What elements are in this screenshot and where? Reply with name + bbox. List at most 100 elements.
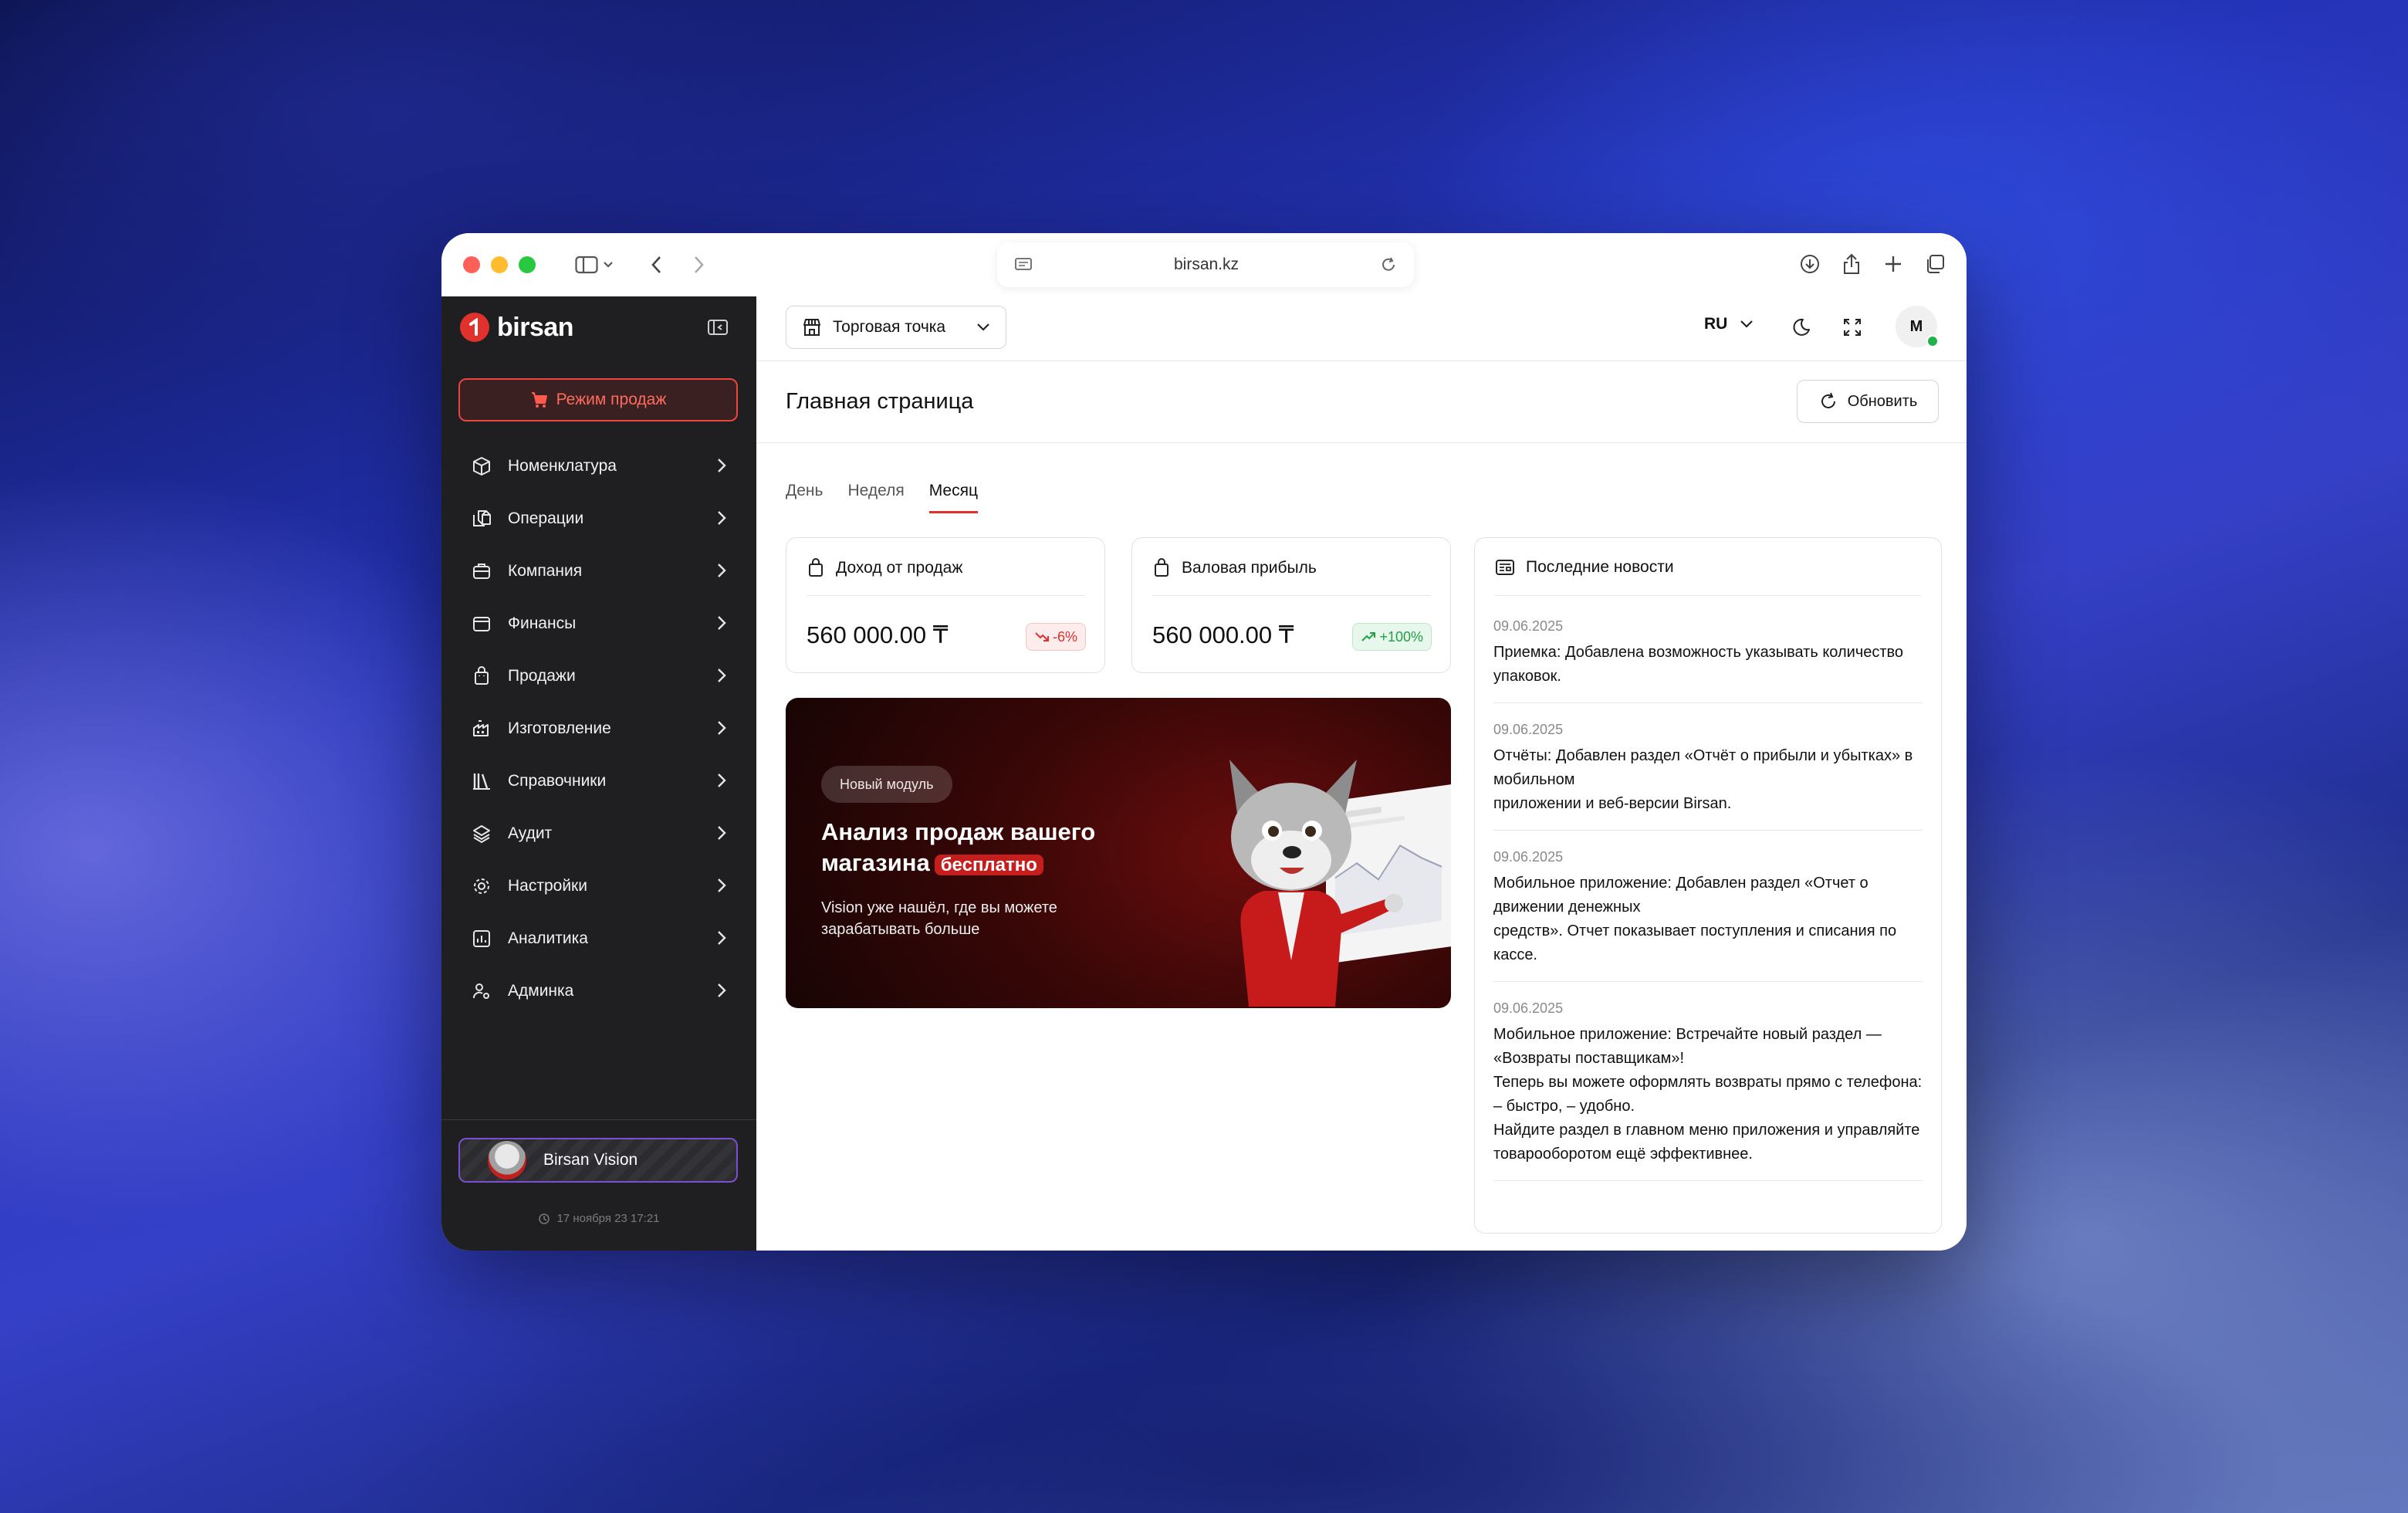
news-title: Последние новости	[1526, 558, 1674, 576]
newspaper-icon	[1496, 560, 1514, 575]
sidebar-item-label: Продажи	[508, 667, 576, 685]
sidebar-item-sales[interactable]: Продажи	[458, 650, 738, 702]
free-badge: бесплатно	[934, 855, 1043, 875]
refresh-button[interactable]: Обновить	[1797, 380, 1939, 423]
chevron-right-icon	[718, 878, 726, 892]
back-button[interactable]	[645, 249, 668, 280]
vision-mascot-illustration	[1229, 760, 1451, 1007]
theme-toggle-button[interactable]	[1787, 313, 1815, 341]
chevron-right-icon	[718, 616, 726, 630]
minimize-window-button[interactable]	[491, 256, 508, 273]
fullscreen-icon	[1844, 319, 1861, 336]
news-item[interactable]: 09.06.2025 Отчёты: Добавлен раздел «Отчё…	[1493, 722, 1923, 831]
sidebar-item-manufacturing[interactable]: Изготовление	[458, 702, 738, 755]
tab-month[interactable]: Месяц	[928, 482, 979, 513]
chevron-down-icon	[604, 262, 613, 268]
reload-icon[interactable]	[1380, 256, 1397, 273]
forward-button[interactable]	[687, 249, 710, 280]
top-header: Торговая точка RU M	[756, 296, 1967, 361]
browser-window: birsan.kz birsan Режим продаж Номенклату…	[441, 233, 1967, 1251]
sale-mode-label: Режим продаж	[556, 391, 667, 408]
downloads-button[interactable]	[1798, 249, 1821, 279]
kpi-value: 560 000.00 ₸	[807, 621, 949, 648]
new-tab-button[interactable]	[1882, 249, 1905, 279]
kpi-change-badge: +100%	[1352, 623, 1432, 651]
sidebar-toggle-button[interactable]	[570, 249, 619, 280]
share-icon	[1844, 253, 1859, 274]
timestamp-text: 17 ноября 23 17:21	[556, 1212, 660, 1225]
tab-day[interactable]: День	[786, 482, 823, 513]
last-updated-time: 17 ноября 23 17:21	[441, 1212, 756, 1225]
shopping-bag-icon	[809, 558, 823, 577]
sidebar-item-settings[interactable]: Настройки	[458, 860, 738, 912]
clock-icon	[539, 1213, 550, 1224]
kpi-title: Валовая прибыль	[1182, 559, 1317, 577]
news-text: Отчёты: Добавлен раздел «Отчёт о прибыли…	[1493, 747, 1913, 812]
sidebar-item-company[interactable]: Компания	[458, 545, 738, 597]
chevron-right-icon	[695, 256, 704, 273]
boxes-icon	[471, 508, 492, 530]
tab-overview-button[interactable]	[1923, 249, 1946, 279]
news-text: Мобильное приложение: Встречайте новый р…	[1493, 1026, 1923, 1163]
period-tabs: День Неделя Месяц	[786, 482, 979, 513]
banner-chip: Новый модуль	[821, 766, 952, 803]
collapse-sidebar-button[interactable]	[707, 318, 729, 340]
divider	[1495, 595, 1921, 596]
news-list: 09.06.2025 Приемка: Добавлена возможност…	[1493, 618, 1923, 1200]
sidebar: birsan Режим продаж Номенклатура Операци…	[441, 296, 756, 1251]
chart-icon	[471, 928, 492, 949]
news-date: 09.06.2025	[1493, 849, 1564, 865]
download-icon	[1801, 255, 1819, 273]
news-date: 09.06.2025	[1493, 1000, 1564, 1016]
briefcase-icon	[471, 560, 492, 582]
chevron-right-icon	[718, 564, 726, 577]
cart-icon	[531, 392, 547, 408]
avatar-initial: M	[1909, 317, 1923, 335]
online-status-indicator	[1926, 335, 1939, 347]
birsan-vision-button[interactable]: Birsan Vision	[458, 1138, 738, 1183]
promo-banner[interactable]: Новый модуль Анализ продаж вашего магази…	[786, 698, 1451, 1008]
divider	[807, 595, 1084, 596]
tab-week[interactable]: Неделя	[847, 482, 904, 513]
language-select[interactable]: RU	[1704, 315, 1754, 333]
logo[interactable]: birsan	[460, 312, 738, 343]
sidebar-item-label: Настройки	[508, 877, 587, 895]
close-window-button[interactable]	[463, 256, 480, 273]
fullscreen-button[interactable]	[1838, 313, 1866, 341]
kpi-change-badge: -6%	[1025, 623, 1086, 651]
refresh-icon	[1821, 392, 1835, 408]
address-bar[interactable]: birsan.kz	[997, 242, 1414, 287]
share-button[interactable]	[1840, 249, 1863, 279]
tabs-icon	[1927, 255, 1944, 273]
sidebar-nav: Номенклатура Операции Компания Финансы П	[458, 440, 738, 1017]
news-item[interactable]: 09.06.2025 Мобильное приложение: Встреча…	[1493, 1000, 1923, 1181]
main-content: Торговая точка RU M Главная страница Обн…	[756, 296, 1967, 1251]
sidebar-item-references[interactable]: Справочники	[458, 755, 738, 807]
banner-subtitle: Vision уже нашёл, где вы можете зарабаты…	[821, 899, 1057, 938]
sale-mode-button[interactable]: Режим продаж	[458, 378, 738, 421]
shopping-bag-icon	[1155, 558, 1168, 577]
kpi-change-value: +100%	[1379, 628, 1423, 645]
moon-icon	[1793, 318, 1810, 336]
chevron-right-icon	[718, 668, 726, 682]
sidebar-item-nomenclature[interactable]: Номенклатура	[458, 440, 738, 492]
zoom-window-button[interactable]	[519, 256, 536, 273]
sidebar-item-audit[interactable]: Аудит	[458, 807, 738, 860]
store-select[interactable]: Торговая точка	[786, 306, 1006, 349]
vision-label: Birsan Vision	[543, 1151, 638, 1169]
sidebar-item-analytics[interactable]: Аналитика	[458, 912, 738, 965]
news-date: 09.06.2025	[1493, 618, 1564, 634]
chevron-down-icon	[1740, 320, 1754, 328]
sidebar-item-admin[interactable]: Админка	[458, 965, 738, 1017]
browser-toolbar: birsan.kz	[441, 233, 1967, 296]
news-item[interactable]: 09.06.2025 Приемка: Добавлена возможност…	[1493, 618, 1923, 703]
sidebar-item-label: Справочники	[508, 772, 607, 790]
store-select-value: Торговая точка	[833, 318, 946, 336]
window-controls	[463, 256, 536, 273]
news-item[interactable]: 09.06.2025 Мобильное приложение: Добавле…	[1493, 849, 1923, 982]
store-icon	[803, 319, 820, 336]
sidebar-item-operations[interactable]: Операции	[458, 492, 738, 545]
user-avatar[interactable]: M	[1896, 306, 1939, 347]
sidebar-item-finance[interactable]: Финансы	[458, 597, 738, 650]
library-icon	[471, 770, 492, 792]
